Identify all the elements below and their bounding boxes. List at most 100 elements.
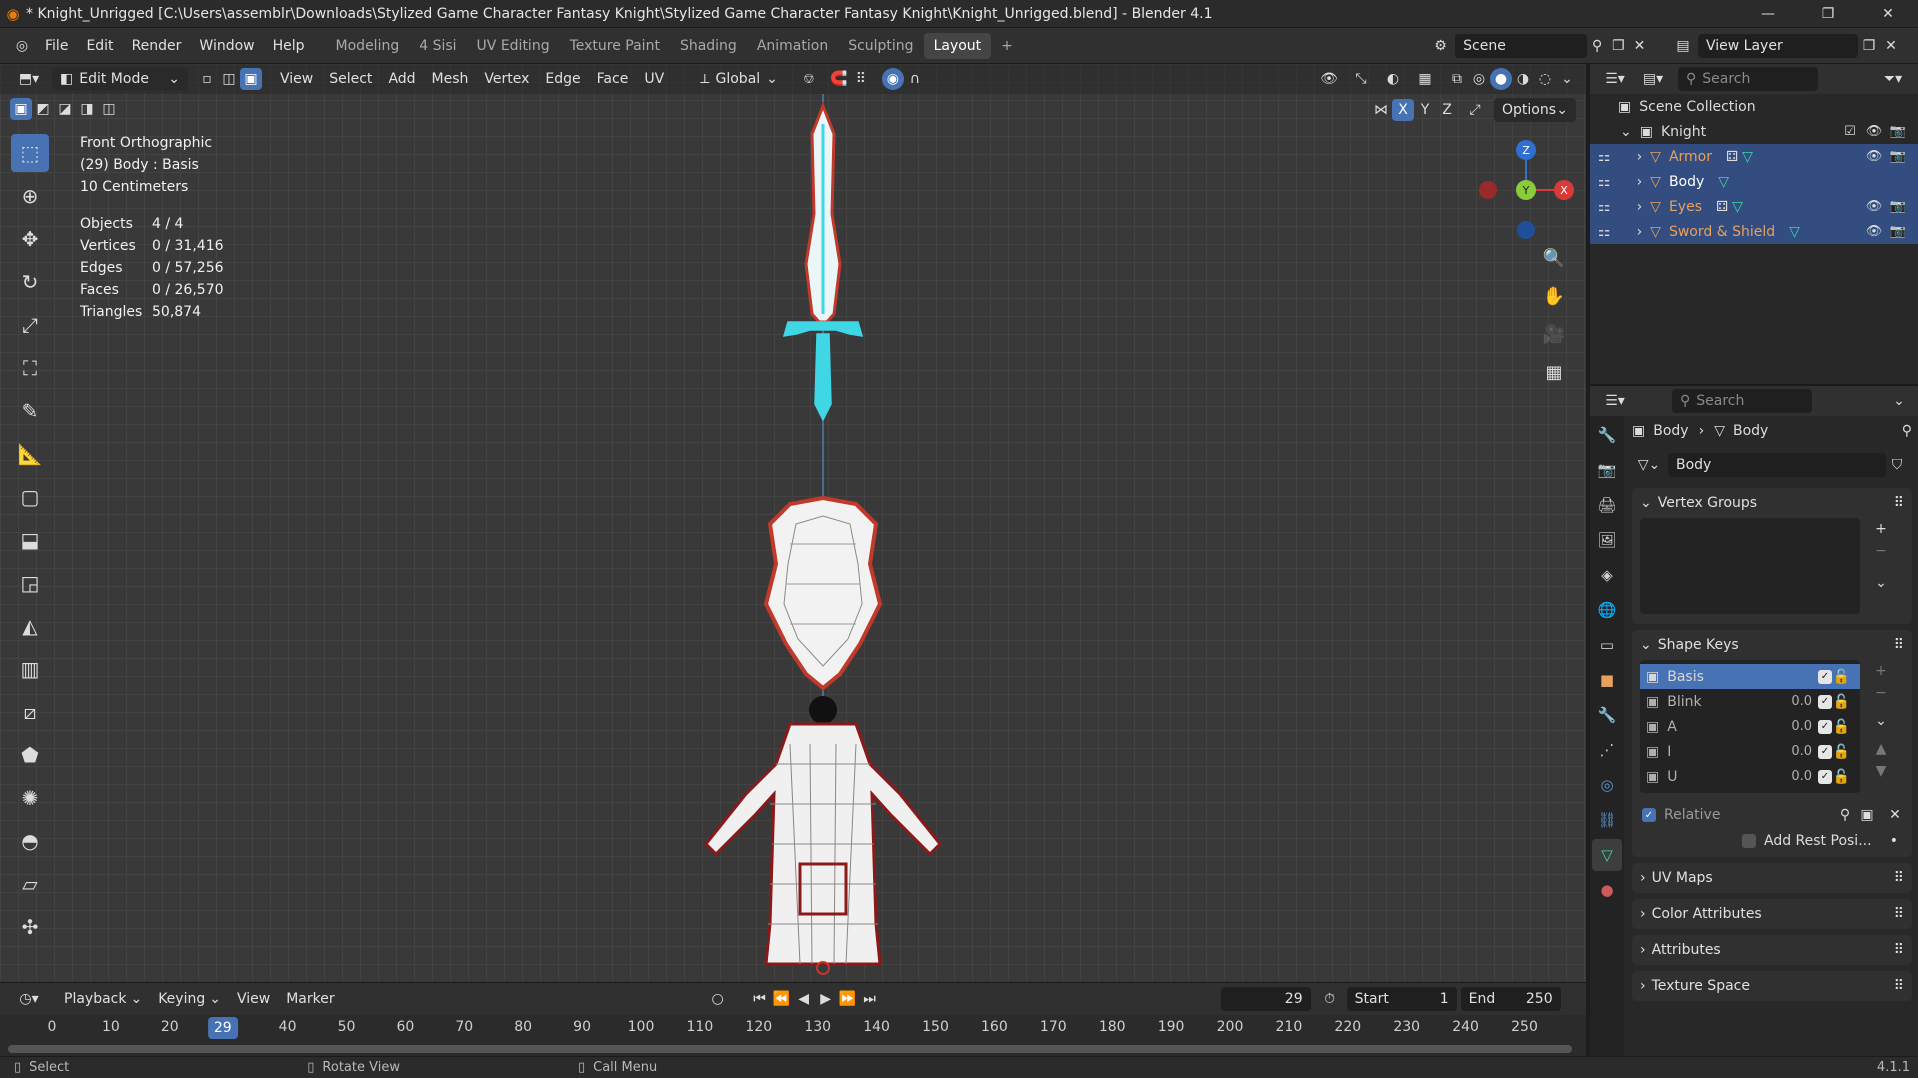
timeline-scrollbar[interactable] bbox=[8, 1045, 1572, 1053]
new-scene-icon[interactable]: ❐ bbox=[1608, 35, 1629, 57]
minimize-button[interactable]: — bbox=[1738, 0, 1798, 28]
new-view-layer-icon[interactable]: ❐ bbox=[1858, 35, 1880, 57]
attributes-panel[interactable]: › Attributes ⠿ bbox=[1632, 935, 1912, 965]
select-extend-icon[interactable]: ◩ bbox=[32, 98, 54, 120]
chevron-right-icon[interactable]: › bbox=[1637, 224, 1643, 240]
camera-icon[interactable]: 🎥 bbox=[1538, 318, 1570, 350]
eye-icon[interactable]: 👁 bbox=[1862, 224, 1886, 239]
mode-selector[interactable]: ◧ Edit Mode ⌄ bbox=[52, 67, 188, 91]
lock-icon[interactable]: 🔓 bbox=[1833, 694, 1850, 710]
vertex-groups-header[interactable]: ⌄ Vertex Groups ⠿ bbox=[1632, 488, 1912, 518]
current-frame-field[interactable]: 29 bbox=[1220, 987, 1311, 1011]
solid-shading-icon[interactable]: ● bbox=[1490, 68, 1512, 90]
extrude-tool-icon[interactable]: ⬓ bbox=[11, 521, 49, 559]
outliner-search-input[interactable]: ⚲ Search bbox=[1678, 67, 1818, 91]
poly-build-tool-icon[interactable]: ⬟ bbox=[11, 736, 49, 774]
scene-collection-row[interactable]: ▣ Scene Collection bbox=[1590, 94, 1918, 119]
select-box-tool-icon[interactable]: ⬚ bbox=[11, 134, 49, 172]
stopwatch-icon[interactable]: ⏱ bbox=[1319, 988, 1341, 1010]
menu-window[interactable]: Window bbox=[190, 38, 263, 54]
gizmo-icon[interactable]: ⤡ bbox=[1350, 68, 1372, 90]
grid-ortho-icon[interactable]: ▦ bbox=[1538, 356, 1570, 388]
select-intersect-icon[interactable]: ◫ bbox=[98, 98, 120, 120]
tab-modeling[interactable]: Modeling bbox=[326, 33, 410, 59]
visibility-icon[interactable]: 👁 bbox=[1318, 68, 1340, 90]
loop-cut-tool-icon[interactable]: ▥ bbox=[11, 650, 49, 688]
outliner-item-body[interactable]: ⚏ › ▽ Body ▽ bbox=[1590, 169, 1918, 194]
select-new-icon[interactable]: ▣ bbox=[10, 98, 32, 120]
tab-sculpting[interactable]: Sculpting bbox=[838, 33, 923, 59]
camera-icon[interactable]: 📷 bbox=[1886, 149, 1910, 164]
snap-target-icon[interactable]: ⠿ bbox=[850, 68, 872, 90]
tool-tab-icon[interactable]: 🔧 bbox=[1592, 419, 1622, 451]
end-frame-field[interactable]: End 250 bbox=[1460, 987, 1561, 1011]
menu-face[interactable]: Face bbox=[589, 67, 637, 91]
material-tab-icon[interactable]: ● bbox=[1592, 874, 1622, 906]
playback-menu[interactable]: Playback ⌄ bbox=[56, 987, 150, 1011]
vertex-groups-list[interactable] bbox=[1640, 518, 1860, 614]
drag-handle-icon[interactable]: ⠿ bbox=[1894, 942, 1904, 958]
vertex-select-icon[interactable]: ▫ bbox=[196, 68, 218, 90]
chevron-down-icon[interactable]: ⌄ bbox=[1888, 390, 1910, 412]
record-icon[interactable]: ○ bbox=[707, 988, 729, 1010]
3d-viewport[interactable] bbox=[0, 64, 1586, 982]
mesh-data-icon[interactable]: ▽ bbox=[1742, 149, 1753, 165]
shape-key-specials-icon[interactable]: ⌄ bbox=[1870, 710, 1892, 732]
chevron-right-icon[interactable]: › bbox=[1637, 174, 1643, 190]
physics-tab-icon[interactable]: ◎ bbox=[1592, 769, 1622, 801]
mute-checkbox[interactable]: ✓ bbox=[1818, 669, 1832, 684]
shrink-fatten-tool-icon[interactable]: ✣ bbox=[11, 908, 49, 946]
modifier-icon[interactable]: ⚃ bbox=[1716, 199, 1728, 215]
properties-editor-icon[interactable]: ☰▾ bbox=[1598, 390, 1632, 412]
knife-tool-icon[interactable]: ⧄ bbox=[11, 693, 49, 731]
proportional-edit-icon[interactable]: ◉ bbox=[881, 68, 904, 90]
mirror-x-toggle[interactable]: X bbox=[1392, 99, 1414, 121]
keyframe-dot-icon[interactable]: • bbox=[1890, 833, 1898, 849]
menu-file[interactable]: File bbox=[36, 38, 77, 54]
list-item[interactable]: ▣ Basis ✓ 🔓 bbox=[1640, 664, 1860, 689]
chevron-down-icon[interactable]: ⌄ bbox=[1620, 124, 1632, 140]
editor-type-icon[interactable]: ⬒▾ bbox=[12, 68, 46, 90]
eye-icon[interactable]: 👁 bbox=[1862, 149, 1886, 164]
transform-orientation-selector[interactable]: ⟂ Global ⌄ bbox=[692, 67, 786, 91]
select-subtract-icon[interactable]: ◪ bbox=[54, 98, 76, 120]
properties-search-input[interactable]: ⚲ Search bbox=[1672, 389, 1812, 413]
mute-checkbox[interactable]: ✓ bbox=[1818, 694, 1832, 709]
zoom-icon[interactable]: 🔍 bbox=[1538, 242, 1570, 274]
pin-shape-icon[interactable]: ⚲ bbox=[1834, 804, 1856, 826]
menu-edge[interactable]: Edge bbox=[537, 67, 588, 91]
mute-checkbox[interactable]: ✓ bbox=[1818, 719, 1832, 734]
transform-tool-icon[interactable]: ⛶ bbox=[11, 349, 49, 387]
mirror-y-toggle[interactable]: Y bbox=[1414, 99, 1436, 121]
lock-icon[interactable]: 🔓 bbox=[1833, 719, 1850, 735]
scene-tab-icon[interactable]: ◈ bbox=[1592, 559, 1622, 591]
drag-handle-icon[interactable]: ⠿ bbox=[1894, 870, 1904, 886]
snap-icon[interactable]: 🧲 bbox=[828, 68, 850, 90]
pivot-icon[interactable]: ⎊ bbox=[798, 68, 820, 90]
chevron-right-icon[interactable]: › bbox=[1637, 149, 1643, 165]
edit-mode-icon[interactable]: ⚏ bbox=[1598, 149, 1611, 165]
mirror-icon[interactable]: ⋈ bbox=[1370, 99, 1392, 121]
delete-scene-icon[interactable]: ✕ bbox=[1629, 35, 1650, 57]
list-item[interactable]: ▣ A 0.0 ✓ 🔓 bbox=[1640, 714, 1860, 739]
select-invert-icon[interactable]: ◨ bbox=[76, 98, 98, 120]
lock-icon[interactable]: 🔓 bbox=[1833, 744, 1850, 760]
list-item[interactable]: ▣ I 0.0 ✓ 🔓 bbox=[1640, 739, 1860, 764]
mesh-overlays-icon[interactable]: ▦ bbox=[1414, 68, 1436, 90]
render-tab-icon[interactable]: 📷 bbox=[1592, 454, 1622, 486]
drag-handle-icon[interactable]: ⠿ bbox=[1894, 495, 1904, 511]
face-select-icon[interactable]: ▣ bbox=[240, 68, 262, 90]
menu-edit[interactable]: Edit bbox=[77, 38, 122, 54]
menu-mesh[interactable]: Mesh bbox=[424, 67, 477, 91]
view-layer-icon[interactable]: ▤ bbox=[1672, 35, 1694, 57]
falloff-icon[interactable]: ∩ bbox=[904, 68, 926, 90]
outliner-item-sword-shield[interactable]: ⚏ › ▽ Sword & Shield ▽ 👁 📷 bbox=[1590, 219, 1918, 244]
material-shading-icon[interactable]: ◑ bbox=[1512, 68, 1534, 90]
camera-icon[interactable]: 📷 bbox=[1886, 224, 1910, 239]
remove-shape-key-button[interactable]: − bbox=[1870, 682, 1892, 704]
mirror-z-toggle[interactable]: Z bbox=[1436, 99, 1458, 121]
remove-vertex-group-button[interactable]: − bbox=[1870, 540, 1892, 562]
add-shape-key-button[interactable]: + bbox=[1870, 660, 1892, 682]
object-tab-icon[interactable]: ■ bbox=[1592, 664, 1622, 696]
constraints-tab-icon[interactable]: ⛓ bbox=[1592, 804, 1622, 836]
